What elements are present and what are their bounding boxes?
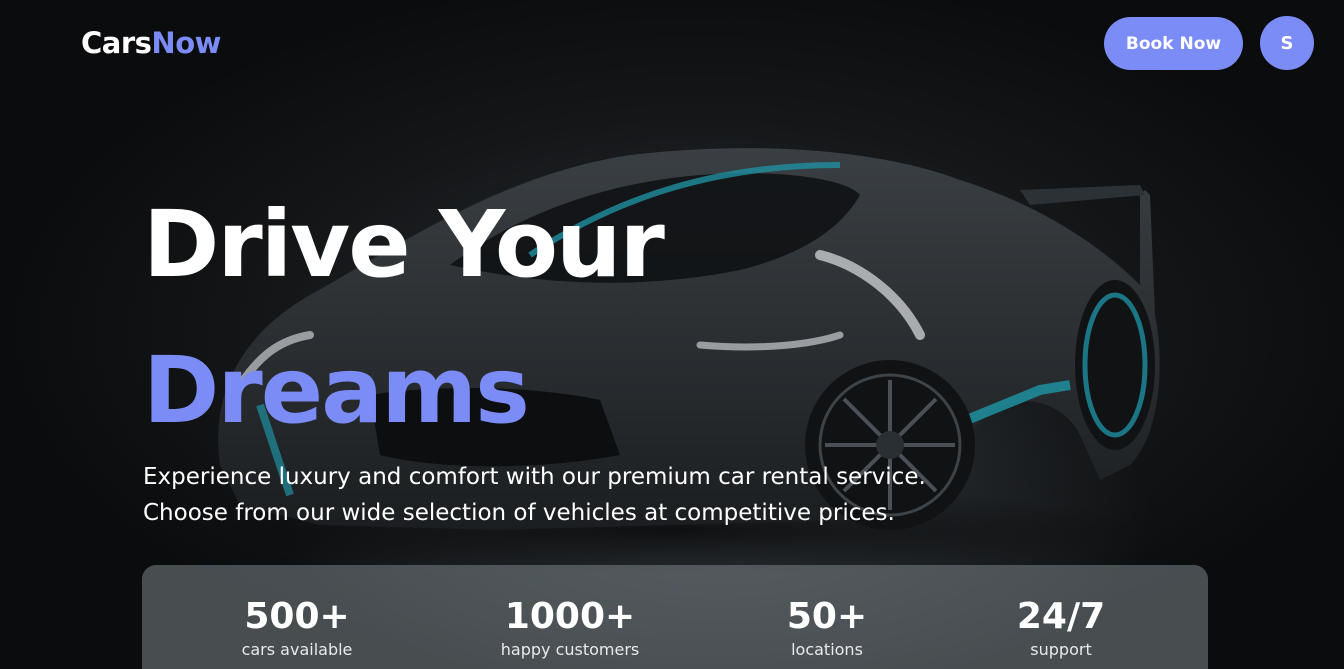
stat-value: 500+ — [244, 596, 350, 637]
stats-panel: 500+ cars available 1000+ happy customer… — [142, 565, 1208, 669]
hero-title-line2: Dreams — [143, 337, 530, 444]
site-logo[interactable]: CarsNow — [81, 26, 221, 60]
stat-value: 50+ — [786, 596, 868, 637]
stat-label: happy customers — [500, 640, 640, 659]
stat-value: 24/7 — [1016, 596, 1106, 637]
hero-title: Drive Your Dreams — [143, 172, 665, 464]
hero-subtitle-line1: Experience luxury and comfort with our p… — [143, 464, 926, 490]
stat-label: support — [1030, 640, 1092, 659]
user-avatar[interactable]: S — [1260, 16, 1314, 70]
site-header: CarsNow Book Now S — [0, 0, 1344, 90]
stat-happy-customers: 1000+ happy customers — [450, 595, 690, 661]
hero-page: CarsNow Book Now S Drive Your Dreams Exp… — [0, 0, 1344, 669]
book-now-button[interactable]: Book Now — [1104, 17, 1243, 70]
hero-subtitle: Experience luxury and comfort with our p… — [143, 459, 963, 531]
logo-text-primary: Cars — [81, 26, 152, 60]
logo-text-accent: Now — [151, 26, 221, 60]
hero-title-line1: Drive Your — [143, 191, 665, 298]
stat-label: locations — [791, 640, 863, 659]
stat-locations: 50+ locations — [707, 595, 947, 661]
stat-support: 24/7 support — [941, 595, 1181, 661]
stat-label: cars available — [241, 640, 353, 659]
stat-value: 1000+ — [504, 596, 636, 637]
hero-subtitle-line2: Choose from our wide selection of vehicl… — [143, 500, 895, 526]
stat-cars-available: 500+ cars available — [177, 595, 417, 661]
